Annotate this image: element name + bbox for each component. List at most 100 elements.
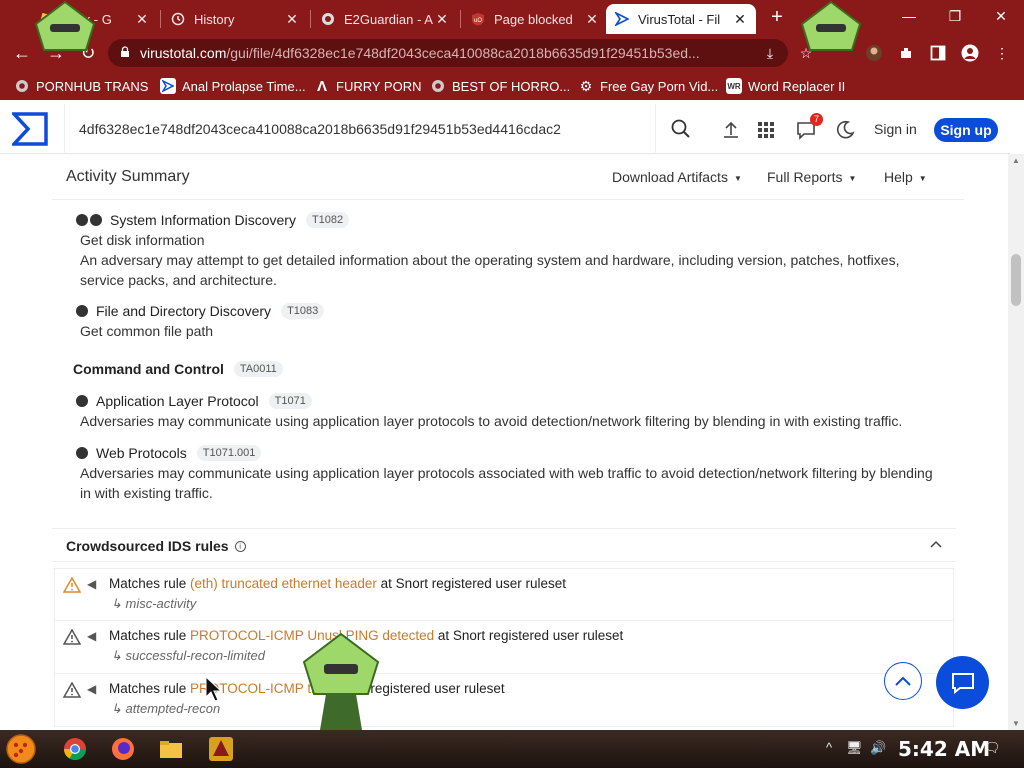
close-icon[interactable]: ✕ — [134, 11, 150, 28]
scroll-down-arrow-icon[interactable]: ▼ — [1012, 719, 1020, 728]
bookmark-item[interactable]: WR Word Replacer II — [726, 77, 845, 95]
warning-icon — [63, 629, 81, 645]
technique-name: System Information Discovery — [110, 212, 296, 228]
mouse-cursor-icon — [205, 676, 223, 702]
rule-category-label: successful-recon-limited — [125, 648, 265, 663]
technique-description: Adversaries may communicate using applic… — [80, 413, 903, 429]
technique-row[interactable]: System Information Discovery T1082 — [76, 212, 350, 228]
download-icon[interactable]: ⤓ — [760, 43, 780, 63]
sidebar-icon[interactable] — [928, 43, 948, 63]
close-icon[interactable]: ✕ — [434, 11, 450, 28]
info-icon[interactable]: i — [234, 540, 246, 552]
ublock-icon: uO — [470, 11, 486, 27]
firefox-taskbar-button[interactable] — [106, 733, 140, 765]
sign-in-link[interactable]: Sign in — [874, 121, 917, 137]
technique-row[interactable]: File and Directory Discovery T1083 — [76, 303, 325, 319]
rule-category: ↳ successful-recon-limited — [111, 648, 265, 663]
volume-icon[interactable]: 🔊 — [870, 740, 886, 756]
technique-row[interactable]: Application Layer Protocol T1071 — [76, 393, 312, 409]
tab-divider — [160, 10, 161, 28]
windows-taskbar: ^ 🖥 🔊 5:42 AM 🗨 — [0, 730, 1024, 768]
tab-label: Page blocked — [494, 11, 573, 27]
virustotal-icon — [614, 11, 630, 27]
menu-kebab-icon[interactable]: ⋮ — [992, 43, 1012, 63]
ids-section-header[interactable]: Crowdsourced IDS rules i — [52, 528, 956, 562]
tray-chevron-icon[interactable]: ^ — [826, 740, 832, 755]
rule-prefix: Matches rule — [109, 576, 191, 591]
tab-history[interactable]: History ✕ — [162, 4, 308, 34]
technique-row[interactable]: Web Protocols T1071.001 — [76, 445, 262, 461]
technique-id-badge[interactable]: T1071.001 — [196, 445, 262, 461]
notifications-icon[interactable]: 7 — [795, 113, 823, 141]
globe-icon — [14, 78, 30, 94]
search-button[interactable] — [656, 104, 706, 154]
dark-mode-icon[interactable] — [834, 119, 856, 141]
chat-button[interactable] — [936, 656, 989, 709]
technique-name: Web Protocols — [96, 445, 187, 461]
account-icon[interactable] — [960, 43, 980, 63]
network-icon[interactable]: 🖥 — [846, 740, 863, 756]
technique-id-badge[interactable]: T1083 — [281, 303, 325, 319]
chevron-up-icon[interactable] — [930, 537, 942, 551]
bookmark-item[interactable]: PORNHUB TRANS — [14, 77, 148, 95]
address-bar[interactable]: virustotal.com /gui/file/4df6328ec1e748d… — [108, 39, 788, 67]
notification-center-icon[interactable]: 🗨 — [984, 740, 1001, 756]
close-icon[interactable]: ✕ — [732, 11, 748, 28]
tactic-id-badge[interactable]: TA0011 — [233, 361, 283, 377]
page-scrollbar[interactable]: ▲ ▼ — [1008, 154, 1024, 730]
rule-category-label: misc-activity — [125, 596, 197, 611]
rule-category-label: attempted-recon — [125, 701, 221, 716]
bookmark-label: Free Gay Porn Vid... — [600, 78, 719, 94]
rule-text: Matches rule (eth) truncated ethernet he… — [109, 576, 566, 591]
game-taskbar-button[interactable] — [204, 733, 238, 765]
sign-up-button[interactable]: Sign up — [934, 118, 998, 142]
bookmark-item[interactable]: ⚙ Free Gay Porn Vid... — [578, 77, 719, 95]
new-tab-button[interactable]: + — [766, 6, 788, 28]
download-artifacts-menu[interactable]: Download Artifacts ▼ — [612, 169, 742, 185]
tab-label: VirusTotal - Fil — [638, 11, 721, 27]
globe-icon — [320, 11, 336, 27]
chrome-taskbar-button[interactable] — [58, 733, 92, 765]
globe-icon — [430, 78, 446, 94]
scrollbar-thumb[interactable] — [1011, 254, 1021, 306]
close-window-button[interactable]: ✕ — [978, 0, 1024, 32]
tab-e2guardian[interactable]: E2Guardian - A ✕ — [312, 4, 458, 34]
taskbar-clock[interactable]: 5:42 AM — [898, 737, 990, 761]
upload-icon[interactable] — [720, 119, 742, 141]
ids-title-label: Crowdsourced IDS rules — [66, 538, 229, 554]
technique-id-badge[interactable]: T1082 — [305, 212, 350, 228]
scroll-up-arrow-icon[interactable]: ▲ — [1012, 156, 1020, 165]
virustotal-logo[interactable] — [9, 112, 48, 146]
tab-page-blocked[interactable]: uO Page blocked ✕ — [462, 4, 608, 34]
profile-avatar-icon[interactable] — [864, 43, 884, 63]
bookmark-label: Anal Prolapse Time... — [182, 78, 306, 94]
lambda-icon: Λ — [316, 77, 327, 95]
mascot-overlay — [34, 0, 96, 51]
close-icon[interactable]: ✕ — [284, 11, 300, 28]
close-icon[interactable]: ✕ — [584, 11, 600, 28]
ids-rule-row[interactable]: ◀ Matches rule PROTOCOL-ICMP Unusl PING … — [54, 621, 954, 674]
firefox-icon — [112, 738, 134, 760]
ids-rule-row[interactable]: ◀ Matches rule (eth) truncated ethernet … — [54, 568, 954, 621]
extensions-icon[interactable] — [896, 43, 916, 63]
notification-badge: 7 — [810, 113, 823, 126]
technique-description: Adversaries may communicate using applic… — [80, 465, 933, 501]
restore-button[interactable]: ❐ — [932, 0, 978, 32]
help-menu[interactable]: Help ▼ — [884, 169, 927, 185]
minimize-button[interactable]: — — [886, 0, 932, 32]
bookmark-item[interactable]: BEST OF HORRO... — [430, 77, 570, 95]
bookmark-item[interactable]: Λ FURRY PORN — [314, 77, 422, 95]
start-button[interactable] — [4, 733, 38, 765]
search-input[interactable]: 4df6328ec1e748df2043ceca410088ca2018b663… — [64, 104, 656, 154]
rule-name-link[interactable]: (eth) truncated ethernet header — [190, 576, 377, 591]
chevron-up-icon — [895, 676, 911, 686]
ids-rule-row[interactable]: ◀ Matches rule PROTOCOL-ICMP tr at Snort… — [54, 674, 954, 727]
file-explorer-taskbar-button[interactable] — [154, 733, 188, 765]
bookmark-item[interactable]: Anal Prolapse Time... — [160, 77, 306, 95]
scroll-to-top-button[interactable] — [884, 662, 922, 700]
technique-id-badge[interactable]: T1071 — [268, 393, 312, 409]
rule-suffix: at Snort registered user ruleset — [376, 576, 567, 591]
full-reports-menu[interactable]: Full Reports ▼ — [767, 169, 856, 185]
apps-grid-icon[interactable] — [755, 119, 777, 141]
tab-virustotal[interactable]: VirusTotal - Fil ✕ — [606, 4, 756, 34]
